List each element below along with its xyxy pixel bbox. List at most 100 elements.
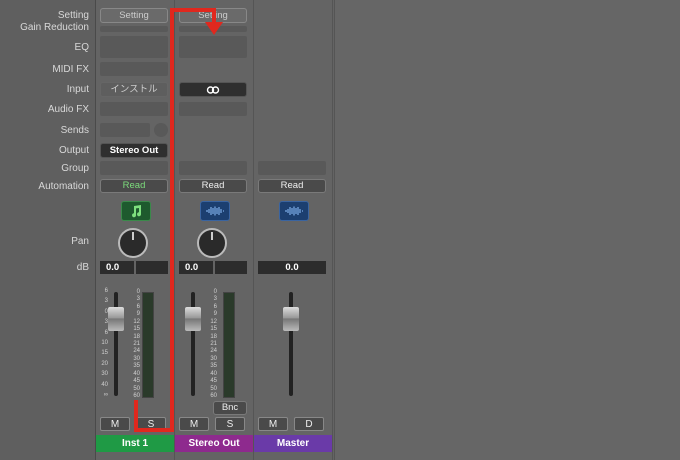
scale-tick-label: 45 [210,378,217,385]
output-button[interactable]: Stereo Out [100,143,168,158]
input-slot[interactable]: インストル [100,82,168,97]
scale-tick-label: 15 [133,326,140,333]
meter-scale: 0 3 6 9 12 15 18 21 24 30 35 40 45 50 60 [203,289,217,399]
input-button[interactable] [179,82,247,97]
scale-tick-label: 6 [136,303,140,310]
waveform-icon[interactable] [279,201,309,221]
volume-fader[interactable] [185,307,201,331]
scale-tick-label: 35 [210,363,217,370]
automation-mode-button[interactable]: Read [179,179,247,193]
route-segment [134,428,174,432]
scale-tick-label: 12 [133,318,140,325]
scale-tick-label: 45 [133,378,140,385]
volume-value[interactable]: 0.0 [258,261,326,274]
volume-fader[interactable] [283,307,299,331]
scale-tick-label: 6 [104,288,108,294]
scale-tick-label: 30 [133,355,140,362]
label-eq: EQ [74,42,89,53]
label-setting: Setting [57,10,89,21]
automation-mode-button[interactable]: Read [100,179,168,193]
peak-value [215,261,247,274]
level-meter [223,292,235,398]
label-automation: Automation [38,181,89,192]
scale-tick-label: 40 [101,381,108,388]
pan-knob[interactable] [118,228,148,258]
audio-fx-slot[interactable] [179,102,247,116]
scale-tick-label: 9 [136,311,140,318]
mixer-window: Setting Gain Reduction EQ MIDI FX Input … [0,0,680,460]
send-level-knob[interactable] [154,123,168,137]
send-slot[interactable] [100,123,150,137]
scale-tick-label: 24 [133,348,140,355]
stereo-link-icon [206,85,220,94]
scale-tick-label: 30 [101,371,108,378]
setting-button[interactable]: Setting [100,8,168,23]
eq-slot[interactable] [179,36,247,58]
gain-reduction-meter [100,26,168,32]
peak-value [136,261,168,274]
scale-tick-label: 20 [101,360,108,367]
scale-tick-label: 21 [210,341,217,347]
channel-strip-inst1: Setting インストル Stereo Out Read 0.0 630361… [96,0,175,460]
channel-name[interactable]: Inst 1 [96,435,174,452]
group-slot[interactable] [179,161,247,175]
group-slot[interactable] [100,161,168,175]
scale-tick-label: 15 [210,326,217,333]
scale-tick-label: 40 [210,370,217,377]
scale-tick-label: 3 [213,296,217,303]
waveform-icon[interactable] [200,201,230,221]
channel-strip-master: Read 0.0 M D Master [254,0,333,460]
scale-tick-label: 21 [133,341,140,347]
route-arrow-icon [205,22,223,35]
scale-tick-label: 0 [213,289,217,295]
solo-button[interactable]: S [215,417,245,431]
scale-tick-label: 50 [133,385,140,392]
bounce-button[interactable]: Bnc [213,401,247,415]
mute-button[interactable]: M [100,417,130,431]
level-meter [142,292,154,398]
mute-button[interactable]: M [258,417,288,431]
automation-mode-button[interactable]: Read [258,179,326,193]
scale-tick-label: 3 [104,298,108,305]
label-pan: Pan [71,236,89,247]
label-output: Output [58,145,89,156]
scale-tick-label: 6 [213,303,217,310]
scale-tick-label: 18 [210,333,217,340]
midi-fx-slot[interactable] [100,62,168,76]
scale-tick-label: 15 [101,350,108,357]
fader-scale: 6 3 0 3 6 10 15 20 30 40 ∞ [96,288,108,398]
route-segment [170,8,216,12]
channel-name[interactable]: Stereo Out [175,435,253,452]
music-note-icon[interactable] [121,201,151,221]
scale-tick-label: 10 [101,340,108,346]
volume-value[interactable]: 0.0 [179,261,213,274]
channel-strip-stereo-out: Setting Read 0.0 03691215182124303540455… [175,0,254,460]
label-sends: Sends [60,125,89,136]
channel-name[interactable]: Master [254,435,332,452]
volume-fader[interactable] [108,307,124,331]
scale-tick-label: 3 [136,296,140,303]
scale-tick-label: 50 [210,385,217,392]
mute-button[interactable]: M [179,417,209,431]
label-group: Group [61,163,89,174]
scale-tick-label: 40 [133,370,140,377]
scale-tick-label: 9 [213,311,217,318]
eq-slot[interactable] [100,36,168,58]
scale-tick-label: 60 [133,393,140,399]
label-midi-fx: MIDI FX [52,64,89,75]
label-input: Input [66,84,89,95]
label-db: dB [76,262,89,273]
route-segment [170,8,174,432]
audio-fx-slot[interactable] [100,102,168,116]
scale-tick-label: 60 [210,393,217,399]
scale-tick-label: 12 [210,318,217,325]
row-labels-column: Setting Gain Reduction EQ MIDI FX Input … [0,0,96,460]
scale-tick-label: 18 [133,333,140,340]
empty-mixer-area [334,0,680,460]
pan-knob[interactable] [197,228,227,258]
scale-tick-label: 24 [210,348,217,355]
label-audio-fx: Audio FX [47,104,89,115]
volume-value[interactable]: 0.0 [100,261,134,274]
dim-button[interactable]: D [294,417,324,431]
group-slot[interactable] [258,161,326,175]
